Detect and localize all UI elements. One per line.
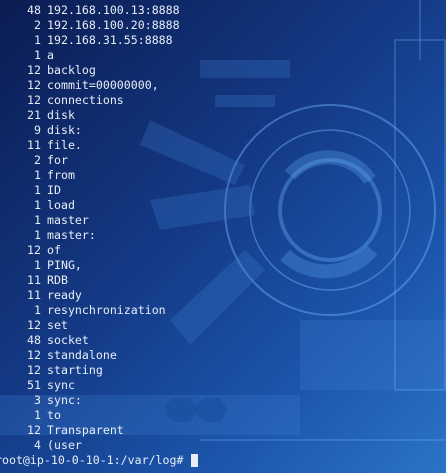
output-line: 12 connections [0, 93, 180, 108]
line-word: master: [47, 228, 96, 242]
output-line: 1 192.168.31.55:8888 [0, 33, 180, 48]
line-count: 1 [34, 228, 41, 242]
line-count: 9 [34, 123, 41, 137]
line-word: starting [47, 363, 103, 377]
line-count: 1 [34, 198, 41, 212]
terminal-window[interactable]: 48 192.168.100.13:8888 2 192.168.100.20:88… [0, 0, 446, 473]
line-word: ready [47, 288, 82, 302]
output-line: 1 from [0, 168, 180, 183]
line-count: 1 [34, 168, 41, 182]
line-count: 1 [34, 183, 41, 197]
output-line: 9 disk: [0, 123, 180, 138]
line-count: 1 [34, 33, 41, 47]
line-word: of [47, 243, 61, 257]
line-word: master [47, 213, 89, 227]
line-count: 12 [27, 318, 41, 332]
line-word: disk: [47, 123, 82, 137]
output-line: 2 for [0, 153, 180, 168]
line-word: standalone [47, 348, 117, 362]
line-count: 12 [27, 78, 41, 92]
line-count: 11 [27, 273, 41, 287]
command-prompt[interactable]: root@ip-10-0-10-1:/var/log# [0, 453, 199, 468]
output-line: 51 sync [0, 378, 180, 393]
output-line: 21 disk [0, 108, 180, 123]
output-line: 1 master: [0, 228, 180, 243]
line-word: connections [47, 93, 124, 107]
line-word: disk [47, 108, 75, 122]
output-line: 48 192.168.100.13:8888 [0, 3, 180, 18]
line-count: 1 [34, 48, 41, 62]
text-cursor [191, 454, 199, 467]
line-word: 192.168.100.13:8888 [47, 3, 180, 17]
line-count: 1 [34, 213, 41, 227]
line-word: backlog [47, 63, 96, 77]
line-word: sync: [47, 393, 82, 407]
line-word: commit=00000000, [47, 78, 159, 92]
line-word: file. [47, 138, 82, 152]
line-count: 12 [27, 63, 41, 77]
output-line: 2 192.168.100.20:8888 [0, 18, 180, 33]
line-word: socket [47, 333, 89, 347]
line-count: 12 [27, 93, 41, 107]
output-line: 12 of [0, 243, 180, 258]
line-word: Transparent [47, 423, 124, 437]
line-word: set [47, 318, 68, 332]
line-word: sync [47, 378, 75, 392]
line-word: 192.168.31.55:8888 [47, 33, 173, 47]
line-count: 12 [27, 363, 41, 377]
line-count: 48 [27, 3, 41, 17]
line-count: 2 [34, 153, 41, 167]
line-count: 1 [34, 258, 41, 272]
line-word: to [47, 408, 61, 422]
line-count: 21 [27, 108, 41, 122]
line-count: 11 [27, 138, 41, 152]
line-count: 12 [27, 243, 41, 257]
output-line: 48 socket [0, 333, 180, 348]
output-line: 12 Transparent [0, 423, 180, 438]
line-word: load [47, 198, 75, 212]
line-count: 12 [27, 348, 41, 362]
output-line: 1 to [0, 408, 180, 423]
line-word: resynchronization [47, 303, 166, 317]
line-count: 3 [34, 393, 41, 407]
line-count: 51 [27, 378, 41, 392]
output-line: 12 set [0, 318, 180, 333]
line-count: 11 [27, 288, 41, 302]
output-line: 12 standalone [0, 348, 180, 363]
output-line: 12 backlog [0, 63, 180, 78]
output-line: 12 starting [0, 363, 180, 378]
output-line: 11 RDB [0, 273, 180, 288]
output-line: 11 ready [0, 288, 180, 303]
output-line: 4 (user [0, 438, 180, 453]
output-line: 1 PING, [0, 258, 180, 273]
output-line: 11 file. [0, 138, 180, 153]
line-word: for [47, 153, 68, 167]
output-line: 3 sync: [0, 393, 180, 408]
prompt-text: root@ip-10-0-10-1:/var/log# [0, 453, 191, 467]
line-count: 1 [34, 303, 41, 317]
line-word: PING, [47, 258, 82, 272]
output-line: 12 commit=00000000, [0, 78, 180, 93]
output-line: 1 ID [0, 183, 180, 198]
line-count: 12 [27, 423, 41, 437]
output-line: 1a [0, 48, 180, 63]
line-count: 4 [34, 438, 41, 452]
terminal-output: 48 192.168.100.13:8888 2 192.168.100.20:88… [0, 3, 180, 453]
line-count: 48 [27, 333, 41, 347]
output-line: 1 master [0, 213, 180, 228]
line-word: a [47, 48, 54, 62]
line-word: RDB [47, 273, 68, 287]
line-word: (user [47, 438, 82, 452]
line-word: 192.168.100.20:8888 [47, 18, 180, 32]
line-word: ID [47, 183, 61, 197]
line-word: from [47, 168, 75, 182]
output-line: 1 resynchronization [0, 303, 180, 318]
output-line: 1 load [0, 198, 180, 213]
line-count: 2 [34, 18, 41, 32]
line-count: 1 [34, 408, 41, 422]
